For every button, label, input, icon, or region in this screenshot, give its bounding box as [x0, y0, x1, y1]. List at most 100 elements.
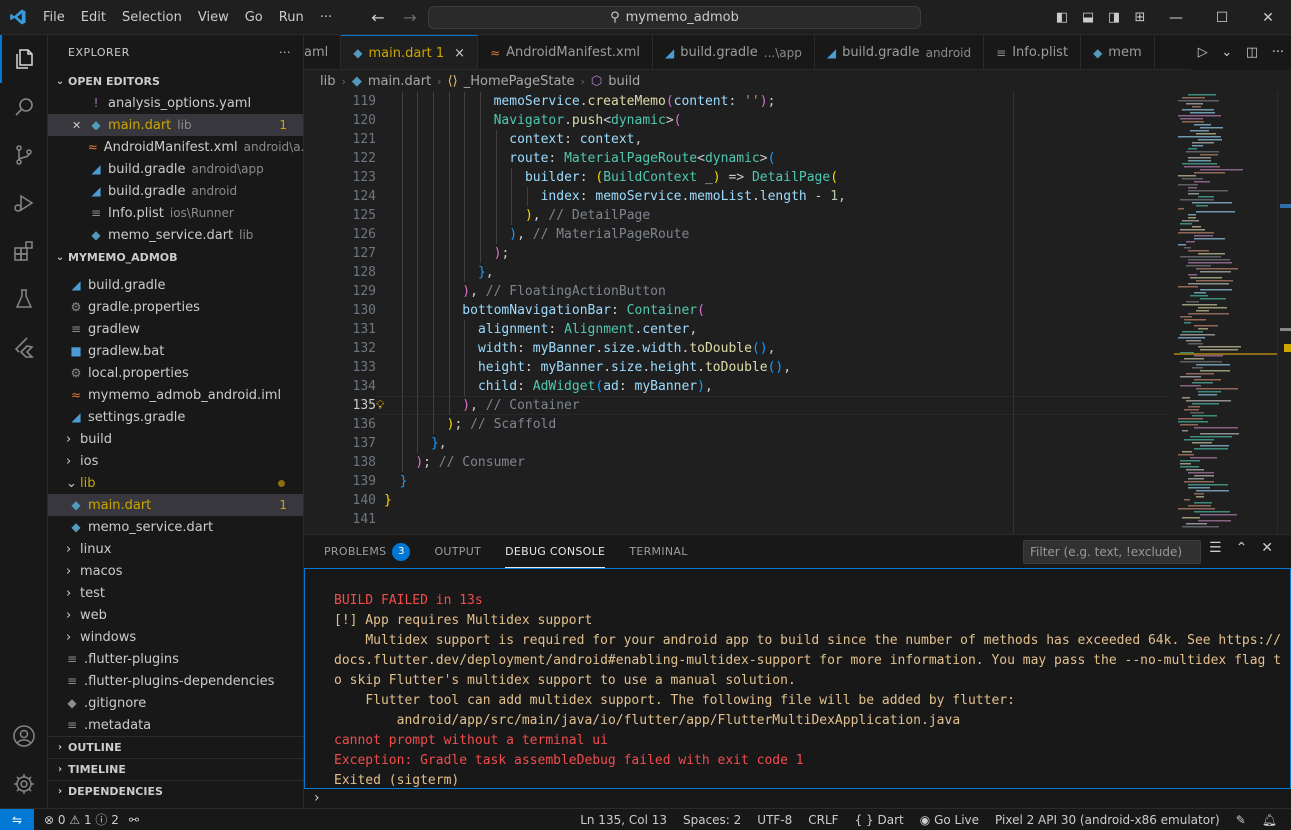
debug-console-output[interactable]: BUILD FAILED in 13s [!] App requires Mult… [304, 568, 1291, 789]
clear-console-icon[interactable]: ☰ [1209, 540, 1222, 556]
customize-layout-icon[interactable]: ⊞ [1127, 10, 1153, 25]
menu-item[interactable]: File [35, 0, 73, 35]
panel-tab[interactable]: TERMINAL [629, 535, 687, 568]
toggle-primary-sidebar-icon[interactable]: ◧ [1049, 10, 1075, 25]
open-editor-item[interactable]: ≡ Info.plist ios\Runner [48, 202, 303, 224]
file-item[interactable]: ⚙ gradle.properties [48, 296, 303, 318]
open-editor-item[interactable]: ≈ AndroidManifest.xml android\a... [48, 136, 303, 158]
file-item[interactable]: ≡ .metadata [48, 714, 303, 736]
folder-item[interactable]: › ios [48, 450, 303, 472]
go-live-button[interactable]: ◉ Go Live [920, 813, 979, 827]
open-editor-item[interactable]: ◆ memo_service.dart lib [48, 224, 303, 246]
minimize-button[interactable]: — [1153, 0, 1199, 35]
panel-tab[interactable]: PROBLEMS 3 [324, 535, 411, 568]
toggle-secondary-sidebar-icon[interactable]: ◨ [1101, 10, 1127, 25]
file-item[interactable]: ⚙ local.properties [48, 362, 303, 384]
editor-tab[interactable]: ◆ mem [1081, 35, 1155, 69]
file-item[interactable]: ◆ main.dart 1 [48, 494, 303, 516]
editor-tab[interactable]: aml [304, 35, 342, 69]
open-editor-item[interactable]: ◢ build.gradle android\app [48, 158, 303, 180]
file-item[interactable]: ≡ gradlew [48, 318, 303, 340]
toggle-panel-icon[interactable]: ⬓ [1075, 10, 1101, 25]
close-icon[interactable]: ✕ [72, 119, 88, 132]
run-debug-icon[interactable] [0, 179, 48, 227]
editor-tab[interactable]: ◢ build.gradle android [815, 35, 985, 69]
account-icon[interactable] [0, 712, 48, 760]
menu-item[interactable]: Go [237, 0, 271, 35]
editor-scrollbar[interactable] [1277, 92, 1291, 534]
command-center-search[interactable]: ⚲ mymemo_admob [428, 6, 921, 29]
console-filter-input[interactable]: Filter (e.g. text, !exclude) [1023, 540, 1201, 564]
menu-item[interactable]: Edit [73, 0, 114, 35]
cursor-position[interactable]: Ln 135, Col 13 [580, 813, 667, 827]
forward-arrow-icon[interactable]: → [400, 8, 420, 27]
console-prompt[interactable]: › [314, 790, 320, 806]
menu-item[interactable]: Run [271, 0, 312, 35]
folder-item[interactable]: › macos [48, 560, 303, 582]
file-item[interactable]: ◆ .gitignore [48, 692, 303, 714]
folder-item[interactable]: › test [48, 582, 303, 604]
remote-indicator-icon[interactable]: ⇋ [0, 808, 34, 830]
editor-tab[interactable]: ≈ AndroidManifest.xml [478, 35, 653, 69]
line-ending[interactable]: CRLF [808, 813, 838, 827]
file-item[interactable]: ≈ mymemo_admob_android.iml [48, 384, 303, 406]
close-window-button[interactable]: ✕ [1245, 0, 1291, 35]
lightbulb-icon[interactable]: 💡︎ [376, 396, 390, 415]
back-arrow-icon[interactable]: ← [368, 8, 388, 27]
device-selector[interactable]: Pixel 2 API 30 (android-x86 emulator) [995, 813, 1220, 827]
menu-item[interactable]: Selection [114, 0, 190, 35]
extensions-icon[interactable] [0, 227, 48, 275]
dependencies-section-header[interactable]: › DEPENDENCIES [48, 780, 303, 802]
file-item[interactable]: ■ gradlew.bat [48, 340, 303, 362]
run-icon[interactable]: ▷ [1198, 45, 1208, 60]
timeline-section-header[interactable]: › TIMELINE [48, 758, 303, 780]
maximize-panel-icon[interactable]: ⌃ [1236, 540, 1248, 556]
settings-gear-icon[interactable] [0, 760, 48, 808]
close-panel-icon[interactable]: ✕ [1261, 540, 1273, 556]
editor-tab[interactable]: ≡ Info.plist [984, 35, 1082, 69]
file-item[interactable]: ◢ settings.gradle [48, 406, 303, 428]
testing-icon[interactable] [0, 275, 48, 323]
file-item[interactable]: ≡ .flutter-plugins-dependencies [48, 670, 303, 692]
code-editor[interactable]: 118119memoService.createMemo(content: ''… [304, 92, 1291, 534]
source-control-icon[interactable] [0, 131, 48, 179]
panel-tab[interactable]: DEBUG CONSOLE [505, 535, 606, 568]
flutter-icon[interactable] [0, 323, 48, 371]
explorer-icon[interactable] [0, 35, 48, 83]
editor-tab[interactable]: ◢ build.gradle ...\app [653, 35, 815, 69]
encoding[interactable]: UTF-8 [757, 813, 792, 827]
breadcrumb-item[interactable]: _HomePageState [464, 74, 575, 89]
search-icon[interactable] [0, 83, 48, 131]
folder-item[interactable]: ⌄ lib [48, 472, 303, 494]
folder-item[interactable]: › windows [48, 626, 303, 648]
file-item[interactable]: ◢ build.gradle [48, 274, 303, 296]
open-editor-item[interactable]: ◢ build.gradle android [48, 180, 303, 202]
open-editor-item[interactable]: ✕ ◆ main.dart lib 1 [48, 114, 303, 136]
ports-icon[interactable]: ⚯ [129, 813, 139, 827]
outline-section-header[interactable]: › OUTLINE [48, 736, 303, 758]
breadcrumb-item[interactable]: lib [320, 74, 335, 89]
feedback-icon[interactable]: ✎ [1236, 813, 1246, 827]
more-actions-icon[interactable]: ··· [279, 46, 291, 59]
minimap[interactable] [1174, 92, 1277, 534]
close-tab-icon[interactable]: × [454, 46, 465, 61]
folder-item[interactable]: › linux [48, 538, 303, 560]
open-editor-item[interactable]: ! analysis_options.yaml [48, 92, 303, 114]
file-item[interactable]: ◆ memo_service.dart [48, 516, 303, 538]
folder-item[interactable]: › web [48, 604, 303, 626]
menu-item[interactable]: ··· [312, 0, 340, 35]
file-item[interactable]: ≡ .flutter-plugins [48, 648, 303, 670]
split-editor-icon[interactable]: ◫ [1246, 45, 1258, 60]
notifications-bell-icon[interactable]: 🔔︎ [1262, 813, 1277, 827]
chevron-down-icon[interactable]: ⌄ [1221, 45, 1232, 60]
breadcrumb-item[interactable]: main.dart [368, 74, 431, 89]
panel-tab[interactable]: OUTPUT [434, 535, 481, 568]
editor-tab[interactable]: ◆ main.dart 1 × [341, 35, 479, 69]
maximize-button[interactable]: ☐ [1199, 0, 1245, 35]
indentation[interactable]: Spaces: 2 [683, 813, 741, 827]
breadcrumb-item[interactable]: build [608, 74, 640, 89]
language-mode[interactable]: { } Dart [855, 813, 904, 827]
project-section-header[interactable]: ⌄ MYMEMO_ADMOB [48, 246, 303, 268]
folder-item[interactable]: › build [48, 428, 303, 450]
menu-item[interactable]: View [190, 0, 237, 35]
